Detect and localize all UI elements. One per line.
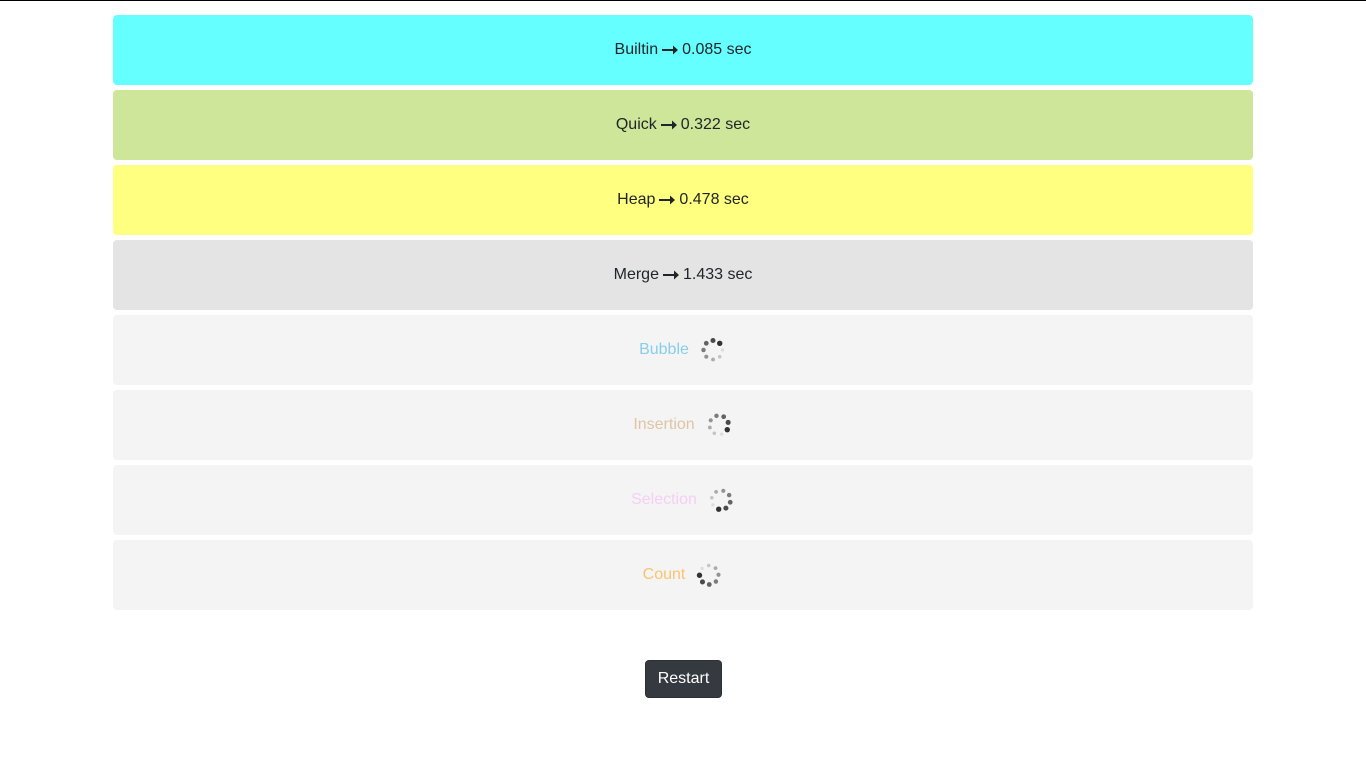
spinner-dot [720, 414, 726, 420]
spinner-dot [727, 499, 733, 505]
result-row-count: Count [113, 540, 1253, 610]
result-row-builtin: Builtin 0.085 sec [113, 15, 1253, 85]
loading-spinner-icon [707, 486, 735, 514]
spinner-dot [725, 419, 731, 425]
result-row-heap: Heap 0.478 sec [113, 165, 1253, 235]
result-row-quick: Quick 0.322 sec [113, 90, 1253, 160]
spinner-dot [716, 572, 721, 577]
spinner-dot [723, 505, 729, 511]
spinner-dot [712, 431, 716, 436]
algorithm-time: 0.322 sec [680, 116, 751, 133]
spinner-dot [710, 357, 715, 362]
spinner-dot [707, 563, 711, 568]
algorithm-name: Merge [613, 266, 659, 283]
spinner-dot [704, 354, 709, 359]
spinner-dot [719, 432, 723, 436]
spinner-dot [715, 506, 722, 512]
long-arrow-right-icon [662, 270, 679, 280]
algorithm-name: Bubble [639, 341, 689, 358]
restart-button[interactable]: Restart [645, 660, 722, 698]
spinner-dot [714, 489, 718, 494]
spinner-dot [713, 413, 719, 419]
spinner-dot [717, 354, 722, 359]
algorithm-time: 1.433 sec [682, 266, 753, 283]
algorithm-name: Selection [631, 491, 697, 508]
result-row-merge: Merge 1.433 sec [113, 240, 1253, 310]
algorithm-time: 0.085 sec [682, 41, 752, 58]
loading-spinner-icon [695, 561, 723, 589]
spinner-dot [707, 425, 712, 430]
spinner-dot [721, 488, 726, 493]
spinner-dot [714, 579, 719, 584]
algorithm-name: Builtin [614, 41, 659, 58]
spinner-dot [709, 495, 714, 500]
spinner-dot [708, 418, 713, 423]
spinner-dot [707, 582, 712, 587]
loading-spinner-icon [705, 411, 733, 439]
algorithm-name: Heap [617, 191, 656, 208]
algorithm-time: 0.478 sec [679, 191, 749, 208]
spinner-dot [700, 579, 706, 585]
spinner-dot [724, 426, 730, 433]
algorithm-name: Count [642, 566, 686, 583]
spinner-dot [726, 492, 732, 498]
spinner-dot [713, 566, 718, 571]
spinner-dot [710, 337, 716, 344]
spinner-dot [697, 572, 703, 578]
spinner-dot [711, 503, 715, 507]
result-row-bubble: Bubble [113, 315, 1253, 385]
spinner-dot [720, 348, 725, 352]
algorithm-name: Quick [615, 116, 657, 133]
loading-spinner-icon [699, 336, 727, 364]
spinner-dot [701, 347, 706, 353]
spinner-dot [716, 340, 723, 346]
result-row-insertion: Insertion [113, 390, 1253, 460]
long-arrow-right-icon [660, 120, 677, 130]
results-list: Builtin 0.085 sec Quick 0.322 sec Heap 0… [113, 15, 1253, 615]
long-arrow-right-icon [659, 195, 676, 205]
top-border [0, 0, 1366, 1]
spinner-dot [703, 340, 709, 346]
algorithm-name: Insertion [633, 416, 695, 433]
long-arrow-right-icon [662, 45, 679, 55]
result-row-selection: Selection [113, 465, 1253, 535]
spinner-dot [700, 566, 705, 571]
